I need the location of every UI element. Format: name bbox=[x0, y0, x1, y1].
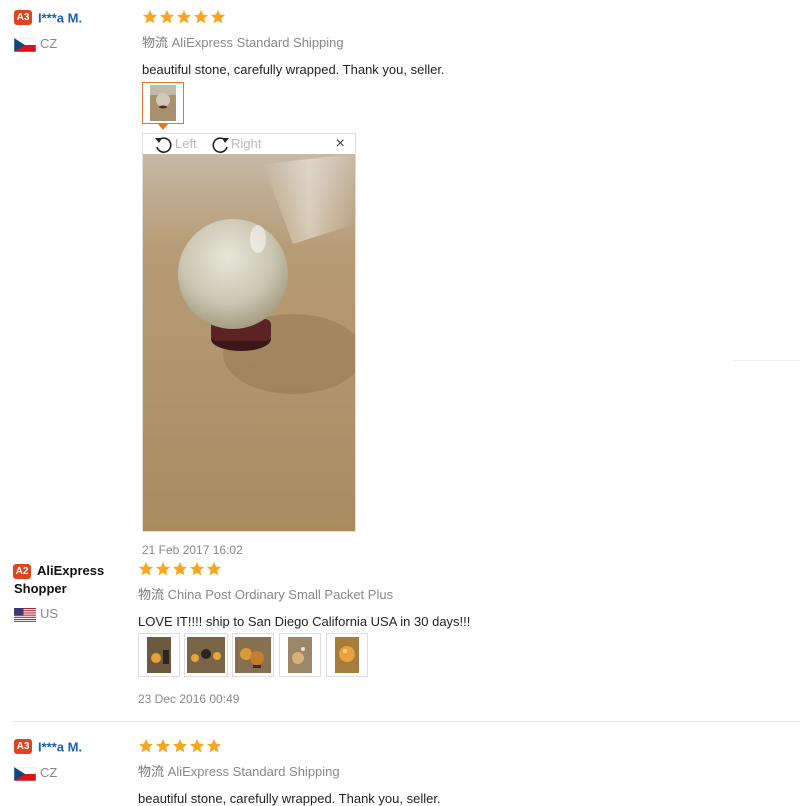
rotate-left-label: Left bbox=[175, 136, 197, 151]
shipping-method: 物流 AliExpress Standard Shipping bbox=[138, 761, 441, 780]
shipping-name: AliExpress Standard Shipping bbox=[167, 764, 340, 779]
reviewer-country: CZ bbox=[14, 765, 124, 781]
rotate-left-button[interactable]: Left bbox=[153, 134, 197, 154]
star-icon bbox=[155, 738, 171, 754]
level-badge: A3 bbox=[14, 739, 32, 755]
reviewer-name[interactable]: I***a M. bbox=[38, 739, 82, 754]
crystal-ball-photo bbox=[150, 85, 176, 121]
star-icon bbox=[142, 9, 158, 25]
review-photo-thumbnail[interactable] bbox=[279, 633, 321, 677]
review-body: 物流 AliExpress Standard Shipping beautifu… bbox=[138, 738, 441, 806]
reviewer-country: US bbox=[14, 606, 124, 622]
review-photo-thumbnail[interactable] bbox=[232, 633, 274, 677]
reviewer-country: CZ bbox=[14, 36, 124, 52]
review-body: 物流 AliExpress Standard Shipping beautifu… bbox=[142, 9, 445, 77]
review-text: beautiful stone, carefully wrapped. Than… bbox=[138, 791, 441, 806]
viewer-toolbar: Left Right × bbox=[143, 134, 355, 154]
star-rating bbox=[138, 738, 441, 754]
reviewer-info: A3 I***a M. CZ bbox=[14, 9, 124, 52]
star-icon bbox=[138, 561, 154, 577]
rotate-left-icon bbox=[155, 136, 172, 153]
star-icon bbox=[189, 738, 205, 754]
shipping-label: 物流 bbox=[142, 35, 169, 50]
rotate-right-button[interactable]: Right bbox=[209, 134, 261, 154]
pointer-caret-icon bbox=[157, 123, 169, 130]
country-code: US bbox=[40, 606, 59, 622]
shipping-method: 物流 China Post Ordinary Small Packet Plus bbox=[138, 584, 470, 603]
star-icon bbox=[206, 561, 222, 577]
review-text: LOVE IT!!!! ship to San Diego California… bbox=[138, 614, 471, 629]
shipping-name: China Post Ordinary Small Packet Plus bbox=[167, 587, 394, 602]
star-icon bbox=[172, 561, 188, 577]
star-icon bbox=[193, 9, 209, 25]
review-photo-thumbnail[interactable] bbox=[142, 82, 184, 130]
review-body: 物流 China Post Ordinary Small Packet Plus… bbox=[138, 561, 470, 629]
shipping-name: AliExpress Standard Shipping bbox=[171, 35, 344, 50]
reviewer-name[interactable]: I***a M. bbox=[38, 10, 82, 25]
reviewer-info: A3 I***a M. CZ bbox=[14, 738, 124, 781]
star-icon bbox=[155, 561, 171, 577]
star-rating bbox=[142, 9, 445, 25]
photo-thumbnail-image bbox=[335, 637, 359, 673]
review-date: 21 Feb 2017 16:02 bbox=[142, 543, 243, 557]
reviewer-info: A2 AliExpress Shopper US bbox=[13, 562, 124, 622]
star-icon bbox=[159, 9, 175, 25]
divider bbox=[12, 721, 800, 722]
review-photo-thumbnail[interactable] bbox=[326, 633, 368, 677]
crystal-ball-large-photo bbox=[143, 154, 355, 531]
flag-us-icon bbox=[14, 608, 36, 622]
country-code: CZ bbox=[40, 36, 58, 51]
review-photo-thumbnail[interactable] bbox=[138, 633, 180, 677]
divider bbox=[733, 360, 800, 361]
level-badge: A2 bbox=[13, 563, 31, 579]
photo-thumbnail-image bbox=[288, 637, 312, 673]
star-icon bbox=[206, 738, 222, 754]
flag-cz-icon bbox=[14, 767, 36, 781]
rotate-right-icon bbox=[212, 136, 229, 153]
flag-cz-icon bbox=[14, 38, 36, 52]
review-text: beautiful stone, carefully wrapped. Than… bbox=[142, 62, 445, 77]
close-icon[interactable]: × bbox=[336, 136, 345, 152]
photo-thumbnail-image bbox=[187, 637, 225, 673]
star-icon bbox=[172, 738, 188, 754]
review-photo-thumbnail[interactable] bbox=[184, 633, 228, 677]
photo-thumbnail-image bbox=[147, 637, 171, 673]
star-icon bbox=[176, 9, 192, 25]
photo-thumbnail-image bbox=[235, 637, 271, 673]
star-icon bbox=[138, 738, 154, 754]
star-icon bbox=[210, 9, 226, 25]
star-rating bbox=[138, 561, 470, 577]
level-badge: A3 bbox=[14, 10, 32, 26]
rotate-right-label: Right bbox=[231, 136, 262, 151]
country-code: CZ bbox=[40, 765, 58, 780]
shipping-label: 物流 bbox=[138, 587, 165, 602]
shipping-method: 物流 AliExpress Standard Shipping bbox=[142, 32, 445, 51]
review-date: 23 Dec 2016 00:49 bbox=[138, 692, 240, 706]
shipping-label: 物流 bbox=[138, 764, 165, 779]
star-icon bbox=[189, 561, 205, 577]
photo-viewer: Left Right × bbox=[142, 133, 356, 532]
